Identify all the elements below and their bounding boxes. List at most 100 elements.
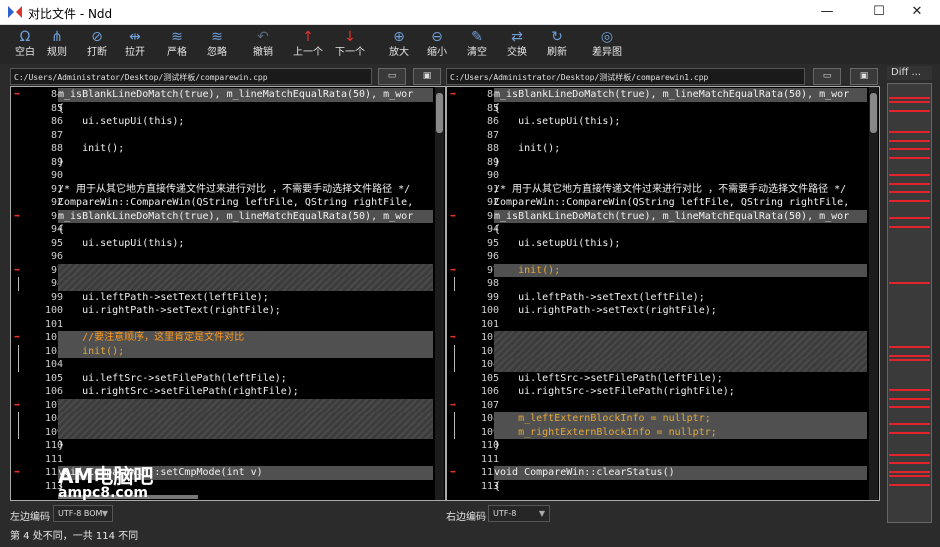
left-encoding-select[interactable]: UTF-8 BOM ▼ [53,505,113,522]
code-line[interactable]: ➡ 97 [11,263,445,277]
code-line[interactable]: ➡ 93 m_isBlankLineDoMatch(true), m_lineMat… [11,209,445,223]
code-line[interactable]: 87 [11,129,445,143]
left-path-field[interactable]: C:/Users/Administrator/Desktop/测试样板/comp… [10,68,372,85]
minimap-diff-mark [889,281,930,284]
diff-map-button[interactable]: ◎ 差异图 [585,25,629,64]
right-editor[interactable]: ➡ 84 m_isBlankLineDoMatch(true), m_lineMat… [446,86,880,501]
right-save-button[interactable]: ▣ [850,68,878,85]
line-content: CompareWin::CompareWin(QString leftFile,… [58,197,414,208]
right-encoding-select[interactable]: UTF-8 ▼ [488,505,550,522]
watermark-line1: AM电脑吧 [58,464,154,488]
left-save-button[interactable]: ▣ [413,68,441,85]
code-line[interactable]: 85{ [11,102,445,116]
code-line[interactable]: 101 [447,318,879,332]
strict-button[interactable]: ≋ 严格 [160,25,194,64]
code-line[interactable]: 91/* 用于从其它地方直接传递文件过来进行对比 ，不需要手动选择文件路径 */ [447,183,879,197]
whitespace-button[interactable]: Ω 空白 [8,25,42,64]
left-open-folder-button[interactable]: ▭ [378,68,406,85]
code-line[interactable]: 90 [11,169,445,183]
code-line[interactable]: 106 ui.rightSrc->setFilePath(rightFile); [447,385,879,399]
code-line[interactable]: ➡ 93 m_isBlankLineDoMatch(true), m_lineMat… [447,209,879,223]
line-content: /* 用于从其它地方直接传递文件过来进行对比 ，不需要手动选择文件路径 */ [494,183,847,195]
zoom-out-button[interactable]: ⊖ 缩小 [420,25,454,64]
right-vertical-scrollbar[interactable] [869,87,878,500]
code-line[interactable]: 86 ui.setupUi(this); [11,115,445,129]
code-line[interactable]: 96 [11,250,445,264]
code-line[interactable]: 87 [447,129,879,143]
code-line[interactable]: ➡ 107 [447,399,879,413]
prev-button[interactable]: ↑ 上一个 [286,25,330,64]
code-line[interactable]: 101 [11,318,445,332]
code-line[interactable]: 88 init(); [11,142,445,156]
code-line[interactable]: ➡ 102 [447,331,879,345]
right-scroll-thumb[interactable] [870,93,877,133]
clear-button[interactable]: ✎ 清空 [460,25,494,64]
code-line[interactable]: 106 ui.rightSrc->setFilePath(rightFile); [11,385,445,399]
line-content: init(); [494,264,561,276]
code-line[interactable]: 96 [447,250,879,264]
code-line[interactable]: 98 [11,277,445,291]
code-line[interactable]: 99 ui.leftPath->setText(leftFile); [447,291,879,305]
code-line[interactable]: 103 [447,344,879,358]
code-line[interactable]: 91/* 用于从其它地方直接传递文件过来进行对比 ，不需要手动选择文件路径 */ [11,183,445,197]
code-line[interactable]: ➡ 107 [11,398,445,412]
code-line[interactable]: 113{ [447,480,879,494]
code-line[interactable]: ➡ 97 init(); [447,263,879,277]
code-line[interactable]: 109 m_rightExternBlockInfo = nullptr; [447,425,879,439]
code-line[interactable]: 94{ [11,223,445,237]
minimize-button[interactable]: — [804,0,850,24]
left-encoding-value: UTF-8 BOM [58,509,103,518]
spread-button[interactable]: ⇹ 拉开 [118,25,152,64]
next-button[interactable]: ↓ 下一个 [328,25,372,64]
swap-button[interactable]: ⇄ 交换 [500,25,534,64]
code-line[interactable]: 105 ui.leftSrc->setFilePath(leftFile); [447,372,879,386]
code-line[interactable]: 86 ui.setupUi(this); [447,115,879,129]
close-button[interactable]: ✕ [894,0,940,24]
code-line[interactable]: ➡ 84 m_isBlankLineDoMatch(true), m_lineMat… [11,88,445,102]
line-content: } [58,156,65,168]
code-line[interactable]: 88 init(); [447,142,879,156]
undo-button[interactable]: ↶ 撤销 [246,25,280,64]
code-line[interactable]: 103 init(); [11,344,445,358]
code-line[interactable]: 85{ [447,102,879,116]
left-vertical-scrollbar[interactable] [435,87,444,500]
code-line[interactable]: 100 ui.rightPath->setText(rightFile); [11,304,445,318]
code-line[interactable]: 110} [447,439,879,453]
code-line[interactable]: 95 ui.setupUi(this); [447,237,879,251]
code-line[interactable]: 92 CompareWin::CompareWin(QString leftFil… [447,196,879,210]
code-line[interactable]: 94{ [447,223,879,237]
code-line[interactable]: 89} [11,156,445,170]
code-line[interactable]: ➡ 102 //要注意顺序，这里肯定是文件对比 [11,331,445,345]
rule-button[interactable]: ⋔ 规则 [40,25,74,64]
refresh-button[interactable]: ↻ 刷新 [540,25,574,64]
left-editor[interactable]: ➡ 84 m_isBlankLineDoMatch(true), m_lineMat… [10,86,446,501]
code-line[interactable]: 100 ui.rightPath->setText(rightFile); [447,304,879,318]
code-line[interactable]: ➡ 112 void CompareWin::clearStatus() [447,466,879,480]
code-line[interactable]: 109 [11,425,445,439]
code-line[interactable]: 105 ui.leftSrc->setFilePath(leftFile); [11,372,445,386]
line-content: } [494,156,501,168]
code-line[interactable]: 108 m_leftExternBlockInfo = nullptr; [447,412,879,426]
code-line[interactable]: 111 [447,453,879,467]
code-line[interactable]: 108 [11,412,445,426]
code-line[interactable]: 99 ui.leftPath->setText(leftFile); [11,291,445,305]
left-scroll-thumb[interactable] [436,93,443,133]
right-open-folder-button[interactable]: ▭ [813,68,841,85]
code-line[interactable]: 90 [447,169,879,183]
code-line[interactable]: 95 ui.setupUi(this); [11,237,445,251]
code-line[interactable]: 104 [447,358,879,372]
code-line[interactable]: 89} [447,156,879,170]
ignore-button[interactable]: ≋ 忽略 [200,25,234,64]
code-line[interactable]: 98 [447,277,879,291]
right-path-field[interactable]: C:/Users/Administrator/Desktop/测试样板/comp… [446,68,805,85]
zoom-in-button[interactable]: ⊕ 放大 [382,25,416,64]
code-line[interactable]: 110} [11,439,445,453]
diff-minimap[interactable] [887,83,932,523]
code-line[interactable]: 92 CompareWin::CompareWin(QString leftFil… [11,196,445,210]
line-text: ui.setupUi(this); [58,115,433,129]
line-text [58,425,433,439]
code-line[interactable]: 104 [11,358,445,372]
code-line[interactable]: ➡ 84 m_isBlankLineDoMatch(true), m_lineMat… [447,88,879,102]
line-content: } [58,440,65,451]
break-button[interactable]: ⊘ 打断 [80,25,114,64]
